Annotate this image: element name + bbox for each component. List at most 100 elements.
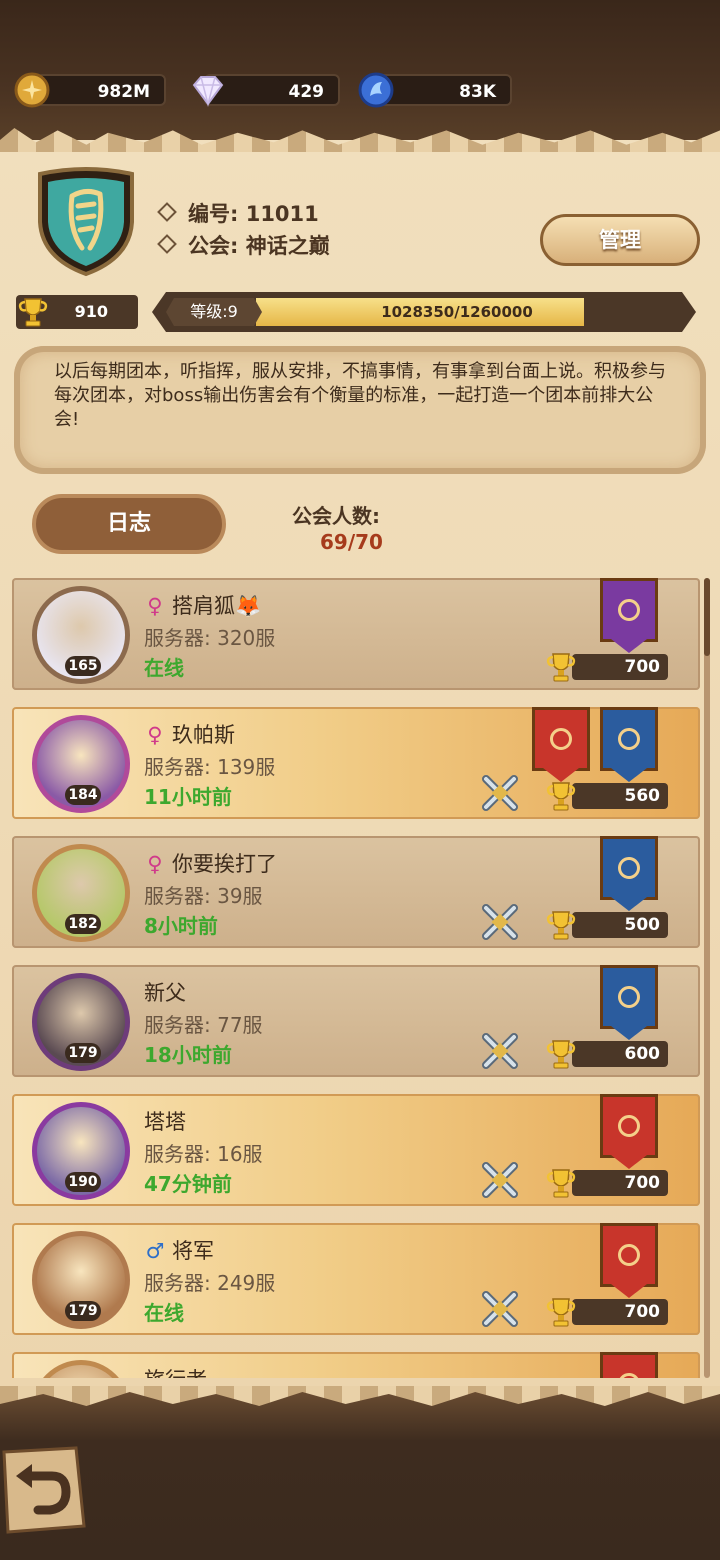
member-level: 184 xyxy=(65,785,101,805)
log-button[interactable]: 日志 xyxy=(32,494,226,554)
diamond-icon xyxy=(192,76,224,107)
member-server: 服务器: 249服 xyxy=(144,1271,276,1295)
trophy-icon xyxy=(18,298,48,327)
manage-button[interactable]: 管理 xyxy=(540,214,700,266)
crystal-amount: 83K xyxy=(459,82,496,102)
bottom-bar xyxy=(0,1390,720,1560)
banner-crest-icon xyxy=(618,986,640,1008)
member-status: 在线 xyxy=(144,656,184,680)
member-name: ♀ 玖帕斯 xyxy=(144,719,235,749)
gold-amount: 982M xyxy=(97,82,150,102)
banner-crest-icon xyxy=(618,857,640,879)
back-button[interactable] xyxy=(0,1446,86,1534)
member-row[interactable]: 182 ♀ 你要挨打了服务器: 39服 8小时前 500 xyxy=(12,836,700,948)
member-row[interactable]: 179 新父服务器: 77服 18小时前 600 xyxy=(12,965,700,1077)
member-contribution: 600 xyxy=(572,1041,668,1067)
banner-crest-icon xyxy=(618,1115,640,1137)
member-list[interactable]: 165 ♀ 搭肩狐🦊 服务器: 320服 在线 700 184 ♀ 玖帕斯 服务器: 139服 11… xyxy=(12,578,700,1378)
member-server: 服务器: 39服 xyxy=(144,884,263,908)
member-status: 11小时前 xyxy=(144,785,232,809)
member-status: 在线 xyxy=(144,1301,184,1325)
diamond-bullet-icon xyxy=(157,234,177,254)
member-name-text: 塔塔 xyxy=(144,1110,186,1134)
guild-trophy-value: 910 xyxy=(74,302,108,321)
rank-banner-blue xyxy=(600,965,658,1029)
member-status: 18小时前 xyxy=(144,1043,232,1067)
rank-banner-purple xyxy=(600,578,658,642)
member-contribution: 700 xyxy=(572,1299,668,1325)
guild-name: 公会: 神话之巅 xyxy=(157,230,330,260)
member-contribution: 700 xyxy=(572,654,668,680)
member-row[interactable]: 184 ♀ 玖帕斯服务器: 139服 11小时前 560 xyxy=(12,707,700,819)
member-count: 69/70 xyxy=(320,530,383,554)
member-row[interactable]: 165 ♀ 搭肩狐🦊 服务器: 320服 在线 700 xyxy=(12,578,700,690)
member-name: ♀ 你要挨打了 xyxy=(144,848,277,878)
member-name: ♂ 将军 xyxy=(144,1235,214,1265)
member-row[interactable]: 179 ♂ 将军服务器: 249服 在线 700 xyxy=(12,1223,700,1335)
member-row[interactable]: 190 塔塔服务器: 16服 47分钟前 700 xyxy=(12,1094,700,1206)
crossed-swords-icon xyxy=(482,775,518,811)
member-level: 190 xyxy=(65,1172,101,1192)
guild-emblem xyxy=(38,167,134,277)
member-name-text: 旅行者 xyxy=(144,1368,207,1378)
member-server: 服务器: 139服 xyxy=(144,755,276,779)
trophy-icon xyxy=(546,653,576,682)
rank-banner-red xyxy=(600,1223,658,1287)
member-contribution: 560 xyxy=(572,783,668,809)
female-icon: ♀ xyxy=(147,852,163,876)
guild-notice: 以后每期团本，听指挥，服从安排，不搞事情，有事拿到台面上说。积极参与每次团本，对… xyxy=(14,346,706,474)
member-level: 165 xyxy=(65,656,101,676)
member-name-text: 将军 xyxy=(172,1239,214,1263)
member-name: 新父 xyxy=(144,977,186,1007)
member-server: 服务器: 77服 xyxy=(144,1013,263,1037)
exp-progress-text: 1028350/1260000 xyxy=(381,303,533,321)
member-name: 塔塔 xyxy=(144,1106,186,1136)
banner-crest-icon xyxy=(550,728,572,750)
rank-banner-red xyxy=(532,707,590,771)
crossed-swords-icon xyxy=(482,904,518,940)
rank-banner-red xyxy=(600,1352,658,1378)
member-level: 179 xyxy=(65,1043,101,1063)
diamond-amount: 429 xyxy=(288,82,325,102)
member-level: 182 xyxy=(65,914,101,934)
member-row[interactable]: 旅行者 xyxy=(12,1352,700,1378)
member-status: 47分钟前 xyxy=(144,1172,232,1196)
banner-crest-icon xyxy=(618,1373,640,1378)
guild-name-text: 公会: 神话之巅 xyxy=(188,234,330,258)
gold-counter[interactable]: 982M xyxy=(36,74,166,106)
member-name-text: 新父 xyxy=(144,981,186,1005)
member-name: ♀ 搭肩狐🦊 xyxy=(144,590,261,620)
member-status: 8小时前 xyxy=(144,914,218,938)
member-server: 服务器: 16服 xyxy=(144,1142,263,1166)
member-contribution: 700 xyxy=(572,1170,668,1196)
member-name-text: 搭肩狐🦊 xyxy=(172,594,262,618)
guild-level: 等级:9 xyxy=(166,298,262,326)
scrollbar-thumb[interactable] xyxy=(704,578,710,656)
crossed-swords-icon xyxy=(482,1033,518,1069)
female-icon: ♀ xyxy=(147,594,163,618)
banner-crest-icon xyxy=(618,599,640,621)
crossed-swords-icon xyxy=(482,1291,518,1327)
rank-banner-blue xyxy=(600,707,658,771)
member-count-label: 公会人数: xyxy=(292,504,380,528)
trophy-icon xyxy=(546,1298,576,1327)
member-list-scrollbar[interactable] xyxy=(704,578,710,1378)
trophy-icon xyxy=(546,1169,576,1198)
rank-banner-red xyxy=(600,1094,658,1158)
trophy-icon xyxy=(546,782,576,811)
member-name: 旅行者 xyxy=(144,1364,207,1378)
male-icon: ♂ xyxy=(145,1239,165,1263)
member-avatar[interactable] xyxy=(32,1360,130,1378)
member-level: 179 xyxy=(65,1301,101,1321)
member-name-text: 玖帕斯 xyxy=(172,723,235,747)
trophy-icon xyxy=(546,911,576,940)
guild-id: 编号: 11011 xyxy=(157,198,319,228)
member-contribution: 500 xyxy=(572,912,668,938)
banner-crest-icon xyxy=(618,1244,640,1266)
crystal-icon xyxy=(358,72,394,108)
diamond-bullet-icon xyxy=(157,202,177,222)
guild-id-text: 编号: 11011 xyxy=(188,202,319,226)
rank-banner-blue xyxy=(600,836,658,900)
gold-coin-icon xyxy=(14,72,50,108)
female-icon: ♀ xyxy=(147,723,163,747)
